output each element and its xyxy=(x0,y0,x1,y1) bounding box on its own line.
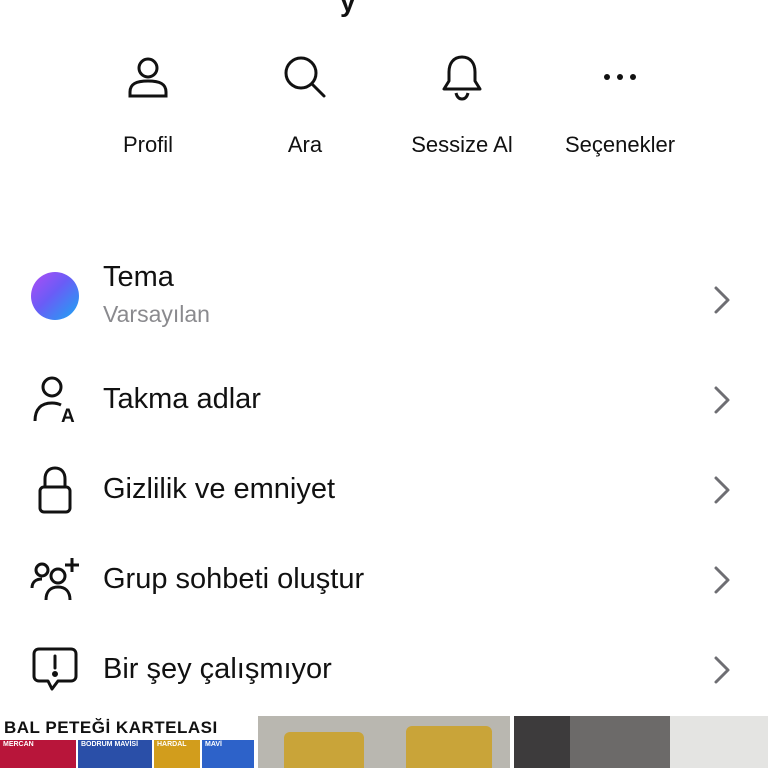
chevron-right-icon xyxy=(714,566,730,594)
alert-bubble-icon xyxy=(30,645,80,695)
bell-icon xyxy=(387,52,537,102)
menu-item-create-group-label: Grup sohbeti oluştur xyxy=(103,563,365,595)
menu-item-privacy-label: Gizlilik ve emniyet xyxy=(103,473,336,505)
more-icon xyxy=(545,52,695,102)
svg-text:A: A xyxy=(61,406,75,425)
search-action-label: Ara xyxy=(287,132,323,157)
ad-strip: BAL PETEĞİ KARTELASI MERCAN BODRUM MAVİS… xyxy=(0,716,768,768)
chevron-right-icon xyxy=(714,656,730,684)
menu-item-theme-value: Varsayılan xyxy=(103,301,210,327)
swatch-bodrum-mavisi: BODRUM MAVİSİ xyxy=(78,740,152,768)
menu-item-nicknames[interactable]: A Takma adlar xyxy=(0,360,768,440)
add-group-icon xyxy=(30,555,80,605)
menu-item-nicknames-label: Takma adlar xyxy=(103,383,261,415)
menu-item-report-problem[interactable]: Bir şey çalışmıyor xyxy=(0,630,768,710)
profile-action[interactable]: Profil xyxy=(73,52,223,158)
chevron-right-icon xyxy=(714,476,730,504)
search-icon xyxy=(230,52,380,102)
nickname-icon: A xyxy=(30,375,80,425)
search-action[interactable]: Ara xyxy=(230,52,380,158)
menu-item-report-problem-label: Bir şey çalışmıyor xyxy=(103,653,332,685)
menu-item-theme-label: Tema xyxy=(103,261,174,293)
ad-title: BAL PETEĞİ KARTELASI xyxy=(4,718,218,737)
swatch-hardal: HARDAL xyxy=(154,740,200,768)
options-action-label: Seçenekler xyxy=(564,132,676,157)
options-action[interactable]: Seçenekler xyxy=(545,52,695,158)
profile-icon xyxy=(73,52,223,102)
chevron-right-icon xyxy=(714,386,730,414)
theme-color-icon xyxy=(30,271,80,321)
ad-honeycomb-catalog[interactable]: BAL PETEĞİ KARTELASI MERCAN BODRUM MAVİS… xyxy=(0,716,254,768)
swatch-mercan: MERCAN xyxy=(0,740,76,768)
menu-item-privacy[interactable]: Gizlilik ve emniyet xyxy=(0,450,768,530)
mute-action[interactable]: Sessize Al xyxy=(387,52,537,158)
mute-action-label: Sessize Al xyxy=(411,132,513,157)
menu-item-theme[interactable]: Tema Varsayılan xyxy=(0,256,768,336)
menu-item-create-group[interactable]: Grup sohbeti oluştur xyxy=(0,540,768,620)
swatch-mavi: MAVİ xyxy=(202,740,254,768)
conversation-title-fragment: y xyxy=(340,0,356,17)
action-bar: Profil Ara Sessize Al Seçenekler xyxy=(0,52,768,172)
ad-sofa-image[interactable] xyxy=(258,716,510,768)
lock-icon xyxy=(30,465,80,515)
chevron-right-icon xyxy=(714,286,730,314)
profile-action-label: Profil xyxy=(122,132,174,157)
ad-room-image[interactable] xyxy=(514,716,768,768)
